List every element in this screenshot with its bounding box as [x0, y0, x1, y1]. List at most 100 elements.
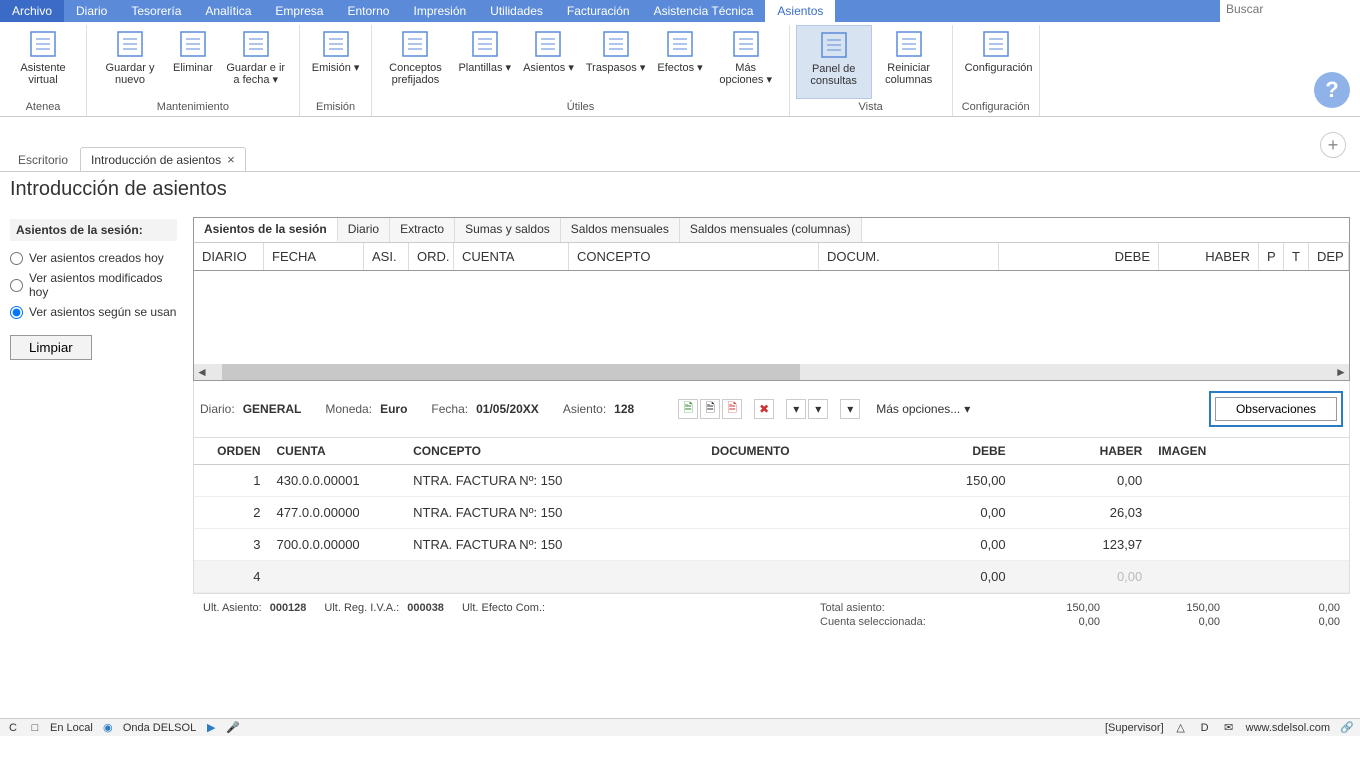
status-mail-icon[interactable]: ✉: [1222, 721, 1236, 735]
grid-col-fecha[interactable]: FECHA: [264, 243, 364, 270]
table-row[interactable]: 4 0,00 0,00: [194, 561, 1349, 593]
radio-option-0[interactable]: Ver asientos creados hoy: [10, 251, 177, 265]
cell-cuenta[interactable]: [269, 561, 406, 593]
tab-introduccion-asientos[interactable]: Introducción de asientos ×: [80, 147, 246, 171]
entries-col-imagen[interactable]: IMAGEN: [1150, 438, 1349, 465]
grid-col-t[interactable]: T: [1284, 243, 1309, 270]
ribbon-asientos[interactable]: Asientos ▾: [517, 25, 580, 99]
ribbon-efectos[interactable]: Efectos ▾: [651, 25, 708, 99]
cell-imagen[interactable]: [1150, 497, 1349, 529]
cell-debe[interactable]: 0,00: [877, 561, 1014, 593]
radio-option-2[interactable]: Ver asientos según se usan: [10, 305, 177, 319]
tool2-icon[interactable]: ▾: [808, 399, 828, 419]
ribbon-traspasos[interactable]: Traspasos ▾: [580, 25, 652, 99]
menu-tesoreria[interactable]: Tesorería: [119, 0, 193, 22]
menu-entorno[interactable]: Entorno: [335, 0, 401, 22]
doc-copy-icon[interactable]: 🗎: [700, 399, 720, 419]
grid-col-debe[interactable]: DEBE: [999, 243, 1159, 270]
cell-haber[interactable]: 0,00: [1014, 561, 1151, 593]
grid-col-diario[interactable]: DIARIO: [194, 243, 264, 270]
status-mic-icon[interactable]: 🎤: [226, 721, 240, 735]
horizontal-scrollbar[interactable]: ◄ ►: [194, 364, 1349, 380]
ribbon-eliminar[interactable]: Eliminar: [167, 25, 219, 99]
entries-col-documento[interactable]: DOCUMENTO: [703, 438, 877, 465]
cell-concepto[interactable]: NTRA. FACTURA Nº: 150: [405, 465, 703, 497]
cell-debe[interactable]: 0,00: [877, 529, 1014, 561]
scroll-left-icon[interactable]: ◄: [194, 365, 210, 379]
scroll-thumb[interactable]: [222, 364, 800, 380]
doc-delete-icon[interactable]: 🗎: [722, 399, 742, 419]
menu-diario[interactable]: Diario: [64, 0, 119, 22]
ribbon-guardar-nuevo[interactable]: Guardar y nuevo: [93, 25, 167, 99]
status-d-icon[interactable]: D: [1198, 721, 1212, 735]
entries-col-orden[interactable]: ORDEN: [194, 438, 269, 465]
table-row[interactable]: 1 430.0.0.00001 NTRA. FACTURA Nº: 150 15…: [194, 465, 1349, 497]
tool3-icon[interactable]: ▾: [840, 399, 860, 419]
search-input[interactable]: [1220, 0, 1360, 18]
cell-cuenta[interactable]: 700.0.0.00000: [269, 529, 406, 561]
limpiar-button[interactable]: Limpiar: [10, 335, 92, 360]
grid-col-haber[interactable]: HABER: [1159, 243, 1259, 270]
cell-haber[interactable]: 123,97: [1014, 529, 1151, 561]
menu-archivo[interactable]: Archivo: [0, 0, 64, 22]
status-play-icon[interactable]: ▶: [204, 721, 218, 735]
table-row[interactable]: 3 700.0.0.00000 NTRA. FACTURA Nº: 150 0,…: [194, 529, 1349, 561]
ribbon-reiniciar-columnas[interactable]: Reiniciar columnas: [872, 25, 946, 99]
status-c-icon[interactable]: C: [6, 721, 20, 735]
grid-col-dep[interactable]: DEP: [1309, 243, 1349, 270]
ribbon-guardar-ir-fecha[interactable]: Guardar e ir a fecha ▾: [219, 25, 293, 99]
ribbon-plantillas[interactable]: Plantillas ▾: [452, 25, 517, 99]
cell-documento[interactable]: [703, 561, 877, 593]
tool1-icon[interactable]: ▾: [786, 399, 806, 419]
observaciones-button[interactable]: Observaciones: [1215, 397, 1337, 421]
close-icon[interactable]: ×: [227, 152, 235, 167]
cell-imagen[interactable]: [1150, 561, 1349, 593]
status-triangle-icon[interactable]: △: [1174, 721, 1188, 735]
table-row[interactable]: 2 477.0.0.00000 NTRA. FACTURA Nº: 150 0,…: [194, 497, 1349, 529]
menu-facturacion[interactable]: Facturación: [555, 0, 642, 22]
grid-col-ord.[interactable]: ORD.: [409, 243, 454, 270]
ribbon-mas-opciones[interactable]: Más opciones ▾: [709, 25, 783, 99]
cell-debe[interactable]: 150,00: [877, 465, 1014, 497]
cell-cuenta[interactable]: 477.0.0.00000: [269, 497, 406, 529]
scroll-right-icon[interactable]: ►: [1333, 365, 1349, 379]
menu-empresa[interactable]: Empresa: [263, 0, 335, 22]
cell-concepto[interactable]: NTRA. FACTURA Nº: 150: [405, 497, 703, 529]
ribbon-panel-consultas[interactable]: Panel de consultas: [796, 25, 872, 99]
grid-col-p[interactable]: P: [1259, 243, 1284, 270]
ribbon-conceptos-prefijados[interactable]: Conceptos prefijados: [378, 25, 452, 99]
radio-option-1[interactable]: Ver asientos modificados hoy: [10, 271, 177, 299]
grid-col-cuenta[interactable]: CUENTA: [454, 243, 569, 270]
inner-tab-0[interactable]: Asientos de la sesión: [194, 218, 338, 242]
menu-asistencia[interactable]: Asistencia Técnica: [642, 0, 766, 22]
mas-opciones-dropdown[interactable]: Más opciones...▾: [876, 402, 970, 416]
cell-haber[interactable]: 26,03: [1014, 497, 1151, 529]
ribbon-emision[interactable]: Emisión ▾: [306, 25, 366, 99]
inner-tab-5[interactable]: Saldos mensuales (columnas): [680, 218, 862, 242]
menu-analitica[interactable]: Analítica: [193, 0, 263, 22]
cell-imagen[interactable]: [1150, 529, 1349, 561]
tab-escritorio[interactable]: Escritorio: [8, 149, 78, 171]
entries-col-debe[interactable]: DEBE: [877, 438, 1014, 465]
entries-col-cuenta[interactable]: CUENTA: [269, 438, 406, 465]
ribbon-asistente-virtual[interactable]: Asistente virtual: [6, 25, 80, 99]
doc-remove-icon[interactable]: ✖: [754, 399, 774, 419]
radio-input[interactable]: [10, 306, 23, 319]
inner-tab-1[interactable]: Diario: [338, 218, 390, 242]
menu-asientos[interactable]: Asientos: [765, 0, 835, 22]
grid-col-docum.[interactable]: DOCUM.: [819, 243, 999, 270]
cell-concepto[interactable]: [405, 561, 703, 593]
cell-concepto[interactable]: NTRA. FACTURA Nº: 150: [405, 529, 703, 561]
cell-haber[interactable]: 0,00: [1014, 465, 1151, 497]
cell-debe[interactable]: 0,00: [877, 497, 1014, 529]
inner-tab-3[interactable]: Sumas y saldos: [455, 218, 561, 242]
menu-utilidades[interactable]: Utilidades: [478, 0, 555, 22]
ribbon-configuracion[interactable]: Configuración: [959, 25, 1033, 99]
status-link-icon[interactable]: 🔗: [1340, 721, 1354, 735]
radio-input[interactable]: [10, 279, 23, 292]
cell-cuenta[interactable]: 430.0.0.00001: [269, 465, 406, 497]
status-signal-icon[interactable]: ◉: [101, 721, 115, 735]
grid-col-concepto[interactable]: CONCEPTO: [569, 243, 819, 270]
cell-documento[interactable]: [703, 529, 877, 561]
status-square-icon[interactable]: □: [28, 721, 42, 735]
